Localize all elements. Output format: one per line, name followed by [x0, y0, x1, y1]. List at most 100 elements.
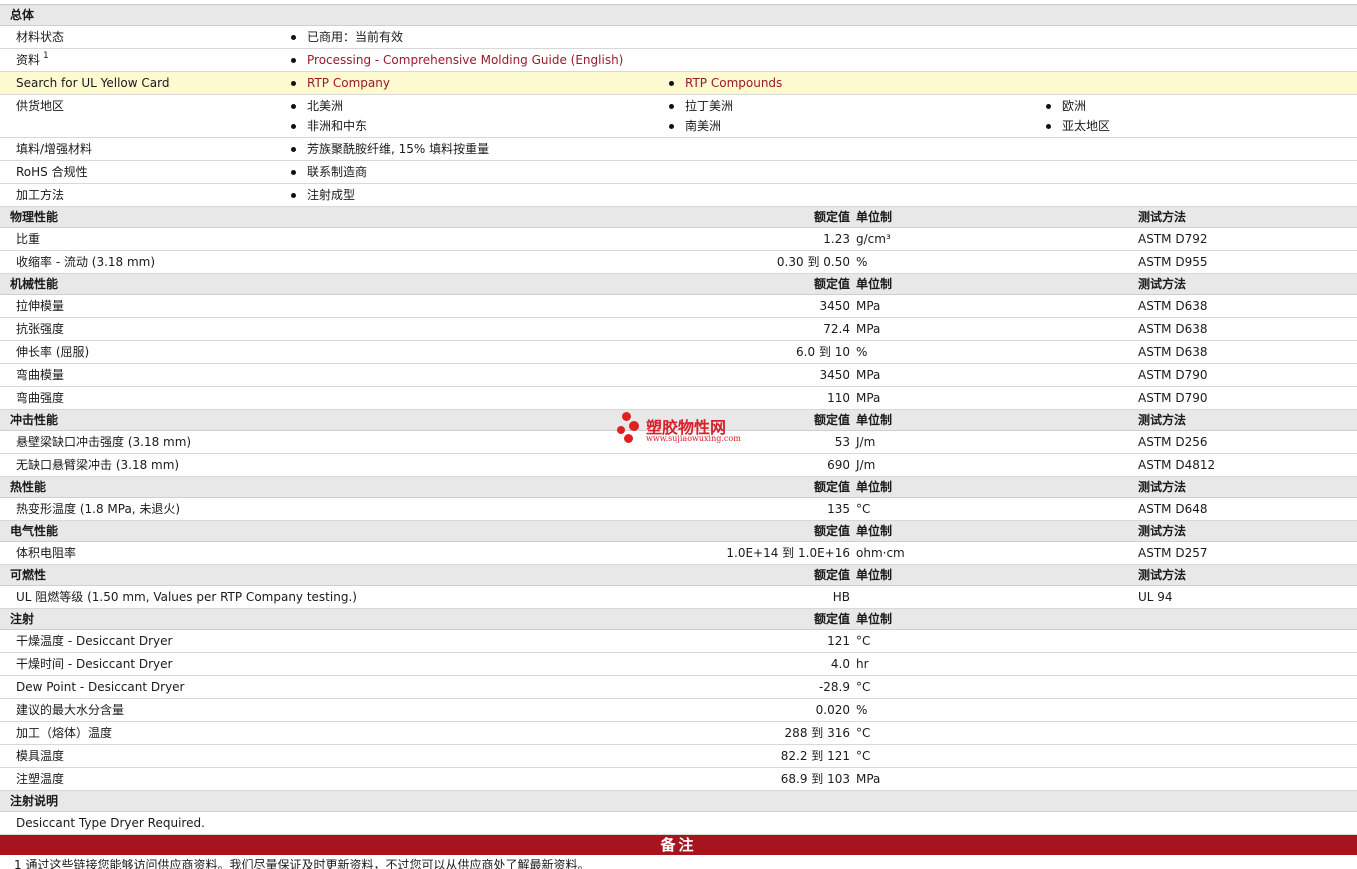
- row-supply-regions: 供货地区 北美洲 拉丁美洲 欧洲 非洲和中东 南美洲 亚太地区: [0, 95, 1357, 138]
- property-row: 干燥时间 - Desiccant Dryer 4.0 hr: [0, 653, 1357, 676]
- row-label: 加工方法: [16, 188, 65, 202]
- property-unit: J/m: [856, 435, 876, 449]
- property-row: 建议的最大水分含量 0.020%: [0, 699, 1357, 722]
- property-label: 弯曲强度: [16, 391, 65, 405]
- section-header: 机械性能 额定值 单位制 测试方法: [0, 274, 1357, 295]
- property-label: 收缩率 - 流动 (3.18 mm): [16, 255, 156, 269]
- column-header-unit: 单位制: [856, 524, 893, 538]
- row-filler: 填料/增强材料 芳族聚酰胺纤维, 15% 填料按重量: [0, 138, 1357, 161]
- property-label: 热变形温度 (1.8 MPa, 未退火): [16, 502, 181, 516]
- property-row: 弯曲模量 3450 MPa ASTM D790: [0, 364, 1357, 387]
- row-ul-yellow-card: Search for UL Yellow Card RTP Company RT…: [0, 72, 1357, 95]
- property-value: 0.30 到 0.50: [776, 255, 850, 269]
- property-label: 建议的最大水分含量: [16, 703, 125, 717]
- property-label: 加工（熔体）温度: [16, 726, 113, 740]
- property-test-method: ASTM D257: [1138, 546, 1208, 560]
- row-label: 材料状态: [16, 30, 65, 44]
- column-header-unit: 单位制: [856, 210, 893, 224]
- docs-label: 资料: [16, 53, 41, 67]
- property-row: 注塑温度 68.9 到 103 MPa: [0, 768, 1357, 791]
- property-test-method: ASTM D638: [1138, 345, 1208, 359]
- property-value: 4.0: [830, 657, 850, 671]
- column-header-unit: 单位制: [856, 568, 893, 582]
- property-test-method: ASTM D4812: [1138, 458, 1216, 472]
- property-value: 3450: [819, 299, 850, 313]
- property-label: 体积电阻率: [16, 546, 77, 560]
- column-header-value: 额定值: [813, 524, 850, 538]
- property-row: 体积电阻率 1.0E+14 到 1.0E+16 ohm·cm ASTM D257: [0, 542, 1357, 565]
- footnote-text: 1 通过这些链接您能够访问供应商资料。我们尽量保证及时更新资料，不过您可以从供应…: [14, 858, 590, 869]
- property-label: 弯曲模量: [16, 368, 65, 382]
- watermark-url: www.sujiaowuxing.com: [646, 434, 741, 443]
- column-header-value: 额定值: [813, 568, 850, 582]
- ul-yellow-card-label: Search for UL Yellow Card: [16, 76, 170, 90]
- property-label: 干燥温度 - Desiccant Dryer: [16, 634, 173, 648]
- column-header-unit: 单位制: [856, 413, 893, 427]
- property-unit: g/cm³: [856, 232, 891, 246]
- property-label: UL 阻燃等级 (1.50 mm, Values per RTP Company…: [16, 590, 357, 604]
- property-unit: °C: [856, 749, 871, 763]
- property-label: 抗张强度: [16, 322, 65, 336]
- property-unit: %: [856, 345, 868, 359]
- filler-value: 芳族聚酰胺纤维, 15% 填料按重量: [291, 138, 489, 160]
- property-unit: °C: [856, 502, 871, 516]
- property-value: 121: [827, 634, 850, 648]
- column-header-unit: 单位制: [856, 612, 893, 626]
- section-title: 注射: [10, 612, 35, 626]
- rtp-company-link[interactable]: RTP Company: [291, 72, 390, 94]
- region-item: 南美洲: [669, 115, 721, 137]
- property-row: 干燥温度 - Desiccant Dryer 121 °C: [0, 630, 1357, 653]
- property-unit: MPa: [856, 391, 881, 405]
- rtp-compounds-link[interactable]: RTP Compounds: [669, 72, 782, 94]
- property-test-method: ASTM D638: [1138, 322, 1208, 336]
- region-item: 北美洲: [291, 95, 343, 117]
- row-rohs: RoHS 合规性 联系制造商: [0, 161, 1357, 184]
- notes-bar: 备注: [0, 835, 1357, 855]
- property-unit: %: [856, 703, 868, 717]
- section-header: 注射 额定值 单位制: [0, 609, 1357, 630]
- property-label: 注塑温度: [16, 772, 65, 786]
- row-material-status: 材料状态 已商用：当前有效: [0, 26, 1357, 49]
- property-value: 1.23: [823, 232, 850, 246]
- watermark-logo: 塑胶物性网 www.sujiaowuxing.com: [614, 410, 764, 450]
- column-header-test: 测试方法: [1138, 524, 1187, 538]
- property-value: 3450: [819, 368, 850, 382]
- logo-dot: [624, 434, 633, 443]
- section-title: 热性能: [10, 480, 47, 494]
- column-header-test: 测试方法: [1138, 210, 1187, 224]
- property-unit: °C: [856, 634, 871, 648]
- property-value: HB: [832, 590, 850, 604]
- row-injection-note: Desiccant Type Dryer Required.: [0, 812, 1357, 835]
- property-row: 无缺口悬臂梁冲击 (3.18 mm) 690 J/m ASTM D4812: [0, 454, 1357, 477]
- region-item: 欧洲: [1046, 95, 1086, 117]
- column-header-test: 测试方法: [1138, 568, 1187, 582]
- section-title: 机械性能: [10, 277, 59, 291]
- property-value: -28.9: [818, 680, 850, 694]
- processing-guide-link[interactable]: Processing - Comprehensive Molding Guide…: [291, 49, 623, 71]
- property-value: 288 到 316: [784, 726, 850, 740]
- property-unit: MPa: [856, 368, 881, 382]
- property-row: UL 阻燃等级 (1.50 mm, Values per RTP Company…: [0, 586, 1357, 609]
- column-header-test: 测试方法: [1138, 277, 1187, 291]
- property-label: 比重: [16, 232, 41, 246]
- column-header-value: 额定值: [813, 277, 850, 291]
- section-header: 可燃性 额定值 单位制 测试方法: [0, 565, 1357, 586]
- property-row: 弯曲强度 110 MPa ASTM D790: [0, 387, 1357, 410]
- property-test-method: ASTM D648: [1138, 502, 1208, 516]
- footnote-row: 1 通过这些链接您能够访问供应商资料。我们尽量保证及时更新资料，不过您可以从供应…: [0, 855, 1357, 869]
- property-value: 6.0 到 10: [796, 345, 850, 359]
- property-row: 热变形温度 (1.8 MPa, 未退火) 135 °C ASTM D648: [0, 498, 1357, 521]
- column-header-value: 额定值: [813, 413, 850, 427]
- property-row: 比重 1.23 g/cm³ ASTM D792: [0, 228, 1357, 251]
- property-test-method: UL 94: [1138, 590, 1173, 604]
- property-sections: 物理性能 额定值 单位制 测试方法 比重 1.23 g/cm³ ASTM D792 收缩率 - …: [0, 207, 1357, 791]
- property-test-method: ASTM D792: [1138, 232, 1208, 246]
- injection-note-text: Desiccant Type Dryer Required.: [16, 816, 205, 830]
- column-header-test: 测试方法: [1138, 413, 1187, 427]
- column-header-value: 额定值: [813, 612, 850, 626]
- row-processing-method: 加工方法 注射成型: [0, 184, 1357, 207]
- property-unit: °C: [856, 726, 871, 740]
- property-row: 伸长率 (屈服) 6.0 到 10% ASTM D638: [0, 341, 1357, 364]
- section-title: 电气性能: [10, 524, 59, 538]
- property-row: 加工（熔体）温度 288 到 316 °C: [0, 722, 1357, 745]
